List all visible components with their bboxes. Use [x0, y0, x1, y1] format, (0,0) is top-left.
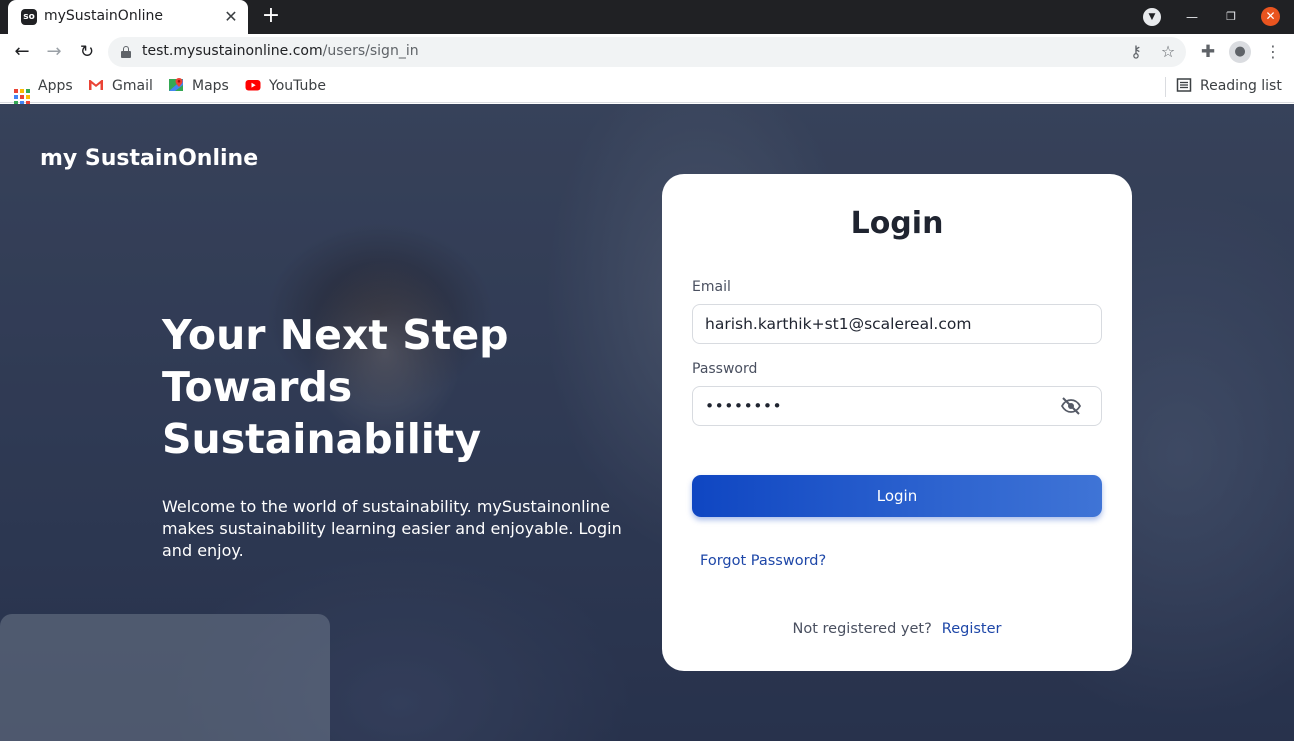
password-field[interactable]	[692, 386, 1102, 426]
profile-avatar-icon[interactable]: ●	[1229, 41, 1251, 63]
back-arrow-icon[interactable]: ←	[10, 40, 34, 64]
youtube-icon	[245, 80, 261, 91]
apps-grid-icon	[14, 89, 30, 105]
bookmarks-bar: Apps Gmail Maps YouTube Reading list	[0, 70, 1294, 105]
register-row: Not registered yet? Register	[662, 621, 1132, 637]
bookmarks-divider	[1165, 77, 1166, 97]
bookmark-maps[interactable]: Maps	[168, 76, 229, 96]
restore-icon[interactable]: ❐	[1222, 8, 1240, 26]
login-card: Login Email Password Login Forgot Passwo…	[662, 174, 1132, 671]
reading-list-label: Reading list	[1200, 78, 1282, 94]
site-favicon-icon: so	[21, 9, 37, 25]
email-label: Email	[692, 279, 731, 295]
tab-search-icon[interactable]: ▼	[1143, 8, 1161, 26]
reading-list-icon	[1176, 78, 1192, 92]
browser-toolbar: ← → ↻ test.mysustainonline.com/users/sig…	[0, 34, 1294, 70]
new-tab-button[interactable]: +	[260, 5, 282, 29]
login-page: my SustainOnline Your Next Step Towards …	[0, 104, 1294, 741]
bookmark-star-icon[interactable]: ☆	[1158, 42, 1178, 62]
bookmark-label: Maps	[192, 78, 229, 94]
bookmark-youtube[interactable]: YouTube	[245, 76, 326, 96]
close-tab-icon[interactable]: ✕	[222, 8, 240, 26]
reload-icon[interactable]: ↻	[75, 40, 99, 64]
browser-tab[interactable]: so mySustainOnline ✕	[8, 0, 248, 34]
password-label: Password	[692, 361, 758, 377]
hero-description: Welcome to the world of sustainability. …	[162, 497, 622, 560]
password-key-icon[interactable]: ⚷	[1126, 42, 1146, 62]
gmail-icon	[89, 80, 103, 90]
bookmark-apps[interactable]: Apps	[14, 76, 73, 105]
not-registered-text: Not registered yet?	[792, 621, 932, 637]
background-laptop	[0, 614, 330, 741]
browser-menu-icon[interactable]: ⋮	[1262, 41, 1284, 63]
bookmark-gmail[interactable]: Gmail	[88, 76, 153, 96]
brand-logo[interactable]: my SustainOnline	[40, 146, 258, 171]
bookmark-label: Gmail	[112, 78, 153, 94]
bookmark-label: Apps	[38, 78, 73, 94]
tab-title: mySustainOnline	[44, 8, 163, 24]
hero-title: Your Next Step Towards Sustainability	[162, 311, 509, 463]
minimize-icon[interactable]: —	[1183, 8, 1201, 26]
url-host: test.mysustainonline.com	[142, 43, 323, 59]
email-field[interactable]	[692, 304, 1102, 344]
bookmark-label: YouTube	[269, 78, 326, 94]
login-button[interactable]: Login	[692, 475, 1102, 517]
login-title: Login	[850, 206, 944, 241]
maps-pin-icon	[169, 78, 183, 91]
address-bar[interactable]: test.mysustainonline.com/users/sign_in ⚷…	[108, 37, 1186, 67]
reading-list-button[interactable]: Reading list	[1176, 76, 1282, 96]
close-window-icon[interactable]: ✕	[1261, 7, 1280, 26]
url-path: /users/sign_in	[322, 43, 419, 59]
lock-icon[interactable]	[121, 46, 131, 58]
eye-off-icon[interactable]	[1060, 396, 1082, 416]
forward-arrow-icon[interactable]: →	[42, 40, 66, 64]
url-text[interactable]: test.mysustainonline.com/users/sign_in	[142, 43, 419, 59]
extensions-puzzle-icon[interactable]: ✚	[1197, 41, 1219, 63]
forgot-password-link[interactable]: Forgot Password?	[700, 553, 826, 569]
browser-tabstrip: so mySustainOnline ✕ + ▼ — ❐ ✕	[0, 0, 1294, 34]
register-link[interactable]: Register	[942, 621, 1002, 637]
